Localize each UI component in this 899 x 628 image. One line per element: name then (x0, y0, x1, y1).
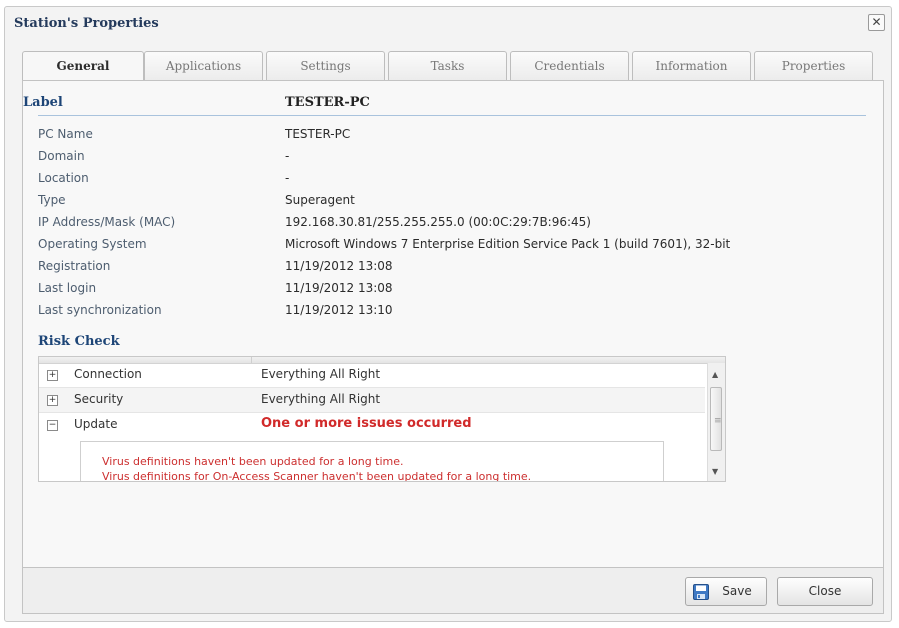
issue-message: Virus definitions for On-Access Scanner … (102, 470, 532, 482)
type-key: Type (38, 193, 66, 207)
tab-applications[interactable]: Applications (144, 51, 263, 80)
scroll-thumb[interactable]: ≡ (710, 387, 722, 451)
general-panel: Label TESTER-PC PC Name TESTER-PC Domain… (22, 80, 884, 568)
tab-credentials[interactable]: Credentials (510, 51, 629, 80)
tab-information[interactable]: Information (632, 51, 751, 80)
tab-properties[interactable]: Properties (754, 51, 873, 80)
label-key: Label (23, 95, 63, 110)
risk-row-status-error: One or more issues occurred (261, 416, 472, 431)
update-issue-details: Virus definitions haven't been updated f… (80, 441, 664, 482)
close-icon[interactable]: ✕ (868, 14, 885, 31)
grip-icon: ≡ (714, 416, 722, 426)
save-icon (693, 584, 709, 600)
registration-key: Registration (38, 259, 111, 273)
last-login-key: Last login (38, 281, 97, 295)
risk-row-security[interactable]: + Security Everything All Right (39, 388, 705, 413)
risk-row-update[interactable]: − Update One or more issues occurred (39, 413, 705, 437)
save-button[interactable]: Save (685, 577, 767, 606)
type-value: Superagent (285, 193, 355, 207)
dialog-titlebar: Station's Properties ✕ (5, 7, 891, 39)
domain-value: - (285, 149, 290, 163)
scroll-down-icon[interactable]: ▼ (712, 467, 718, 476)
risk-check-title: Risk Check (38, 334, 120, 349)
last-sync-value: 11/19/2012 13:10 (285, 303, 393, 317)
registration-value: 11/19/2012 13:08 (285, 259, 393, 273)
last-login-value: 11/19/2012 13:08 (285, 281, 393, 295)
pc-name-key: PC Name (38, 127, 93, 141)
risk-row-name: Update (74, 417, 118, 431)
dialog-title: Station's Properties (14, 16, 159, 31)
save-label: Save (722, 584, 752, 598)
scroll-up-icon[interactable]: ▲ (712, 370, 718, 379)
location-key: Location (38, 171, 89, 185)
issue-message: Virus definitions haven't been updated f… (102, 455, 404, 468)
expand-icon[interactable]: + (47, 395, 58, 406)
risk-row-status: Everything All Right (261, 392, 381, 406)
operating-system-value: Microsoft Windows 7 Enterprise Edition S… (285, 237, 731, 251)
last-sync-key: Last synchronization (38, 303, 162, 317)
location-value: - (285, 171, 290, 185)
tab-settings[interactable]: Settings (266, 51, 385, 80)
collapse-icon[interactable]: − (47, 420, 58, 431)
risk-row-name: Connection (74, 367, 142, 381)
tab-general[interactable]: General (22, 51, 144, 82)
close-button[interactable]: Close (777, 577, 873, 606)
pc-name-value: TESTER-PC (285, 127, 351, 141)
station-properties-dialog: Station's Properties ✕ General Applicati… (4, 6, 892, 622)
expand-icon[interactable]: + (47, 370, 58, 381)
ip-address-value: 192.168.30.81/255.255.255.0 (00:0C:29:7B… (285, 215, 591, 229)
risk-row-connection[interactable]: + Connection Everything All Right (39, 363, 705, 388)
grid-scrollbar[interactable]: ▲ ≡ ▼ (707, 363, 725, 481)
ip-address-key: IP Address/Mask (MAC) (38, 215, 176, 229)
risk-check-grid: + Connection Everything All Right + Secu… (38, 356, 726, 482)
dialog-footer: Save Close (22, 568, 884, 614)
label-value: TESTER-PC (285, 95, 370, 110)
risk-row-name: Security (74, 392, 124, 406)
operating-system-key: Operating System (38, 237, 147, 251)
risk-row-status: Everything All Right (261, 367, 381, 381)
label-divider (38, 115, 866, 116)
tab-tasks[interactable]: Tasks (388, 51, 507, 80)
domain-key: Domain (38, 149, 85, 163)
